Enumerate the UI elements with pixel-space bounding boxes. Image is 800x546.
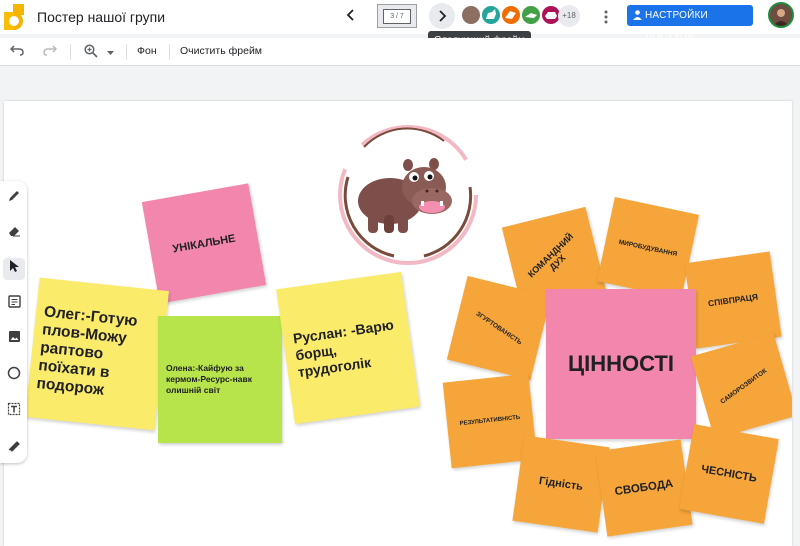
sticky-note-ruslan[interactable]: Руслан: -Варю борщ, трудоголік [276,271,420,425]
zoom-dropdown[interactable] [105,44,115,60]
collaborator-avatar[interactable] [520,4,542,26]
clear-frame-button[interactable]: Очистить фрейм [180,45,262,57]
select-icon [10,260,19,272]
text-box-tool[interactable] [3,401,25,423]
more-vert-icon [604,10,608,24]
drawing-tools-panel [0,181,27,463]
person-icon [633,10,642,20]
more-options-button[interactable] [600,6,612,28]
sticky-note-unique[interactable]: УНІКАЛЬНЕ [141,183,267,304]
share-settings-button[interactable]: НАСТРОЙКИ ДОСТУПА [627,5,753,42]
collaborator-avatar[interactable] [480,4,502,26]
top-bar: Постер нашої групи 3 / 7 +18 НАСТРОЙКИ Д… [0,0,800,42]
sticky-note-text: КОМАНДНИЙ ДУХ [525,231,576,280]
toolbar-divider [126,44,127,60]
eraser-icon [9,227,20,237]
toolbar-divider [169,44,170,60]
sticky-note-icon [7,295,21,308]
sticky-note-text: СПІВПРАЦЯ [707,291,759,309]
user-avatar[interactable] [768,2,794,28]
sticky-note-text: ЧЕСНІСТЬ [700,463,758,485]
laser-icon [8,441,20,452]
circle-icon [7,366,21,380]
sticky-note-values[interactable]: ЦІННОСТІ [546,289,696,439]
sticky-note-freedom[interactable]: СВОБОДА [595,439,693,537]
sticky-note-olena[interactable]: Олена:-Кайфую за кермом-Ресурс-навк олиш… [158,316,282,443]
next-frame-button[interactable] [429,3,455,29]
sticky-note-self-development[interactable]: САМОРОЗВИТОК [690,332,792,440]
image-tool[interactable] [3,328,25,350]
sticky-note-oleg[interactable]: Олег:-Готую плов-Можу раптово поїхати в … [25,277,169,431]
document-title[interactable]: Постер нашої групи [37,9,165,25]
caret-down-icon [106,51,114,55]
collaborator-avatar[interactable] [460,4,482,26]
sticky-note-text: РЕЗУЛЬТАТИВНІСТЬ [459,414,521,428]
collaborator-avatar[interactable] [500,4,522,26]
sticky-note-honesty[interactable]: ЧЕСНІСТЬ [679,424,779,524]
sticky-note-text: СВОБОДА [614,477,674,499]
animal-icon [486,9,496,19]
sticky-note-text: Руслан: -Варю борщ, трудоголік [291,316,395,380]
background-button[interactable]: Фон [137,45,157,57]
sticky-note-text: САМОРОЗВИТОК [719,366,769,406]
sticky-note-text: МИРОБУДУВАННЯ [618,238,678,258]
pen-tool[interactable] [3,188,25,210]
zoom-button[interactable] [83,44,99,60]
undo-button[interactable] [9,44,25,60]
sticky-note-dignity[interactable]: Гідність [512,435,610,533]
sticky-note-text: ЦІННОСТІ [568,351,674,376]
undo-icon [9,45,24,56]
frame-bar-toggle[interactable]: 3 / 7 [377,4,417,28]
text-box-icon [7,402,21,416]
eraser-tool[interactable] [3,223,25,245]
sticky-note-tool[interactable] [3,293,25,315]
redo-icon [43,45,58,56]
sticky-note-world-building[interactable]: МИРОБУДУВАННЯ [596,196,700,300]
editing-toolbar: Фон Очистить фрейм [0,38,800,66]
toolbar-divider [70,44,71,60]
laser-tool[interactable] [3,437,25,459]
sticky-note-text: Олег:-Готую плов-Можу раптово поїхати в … [35,303,139,399]
shape-tool[interactable] [3,365,25,387]
sticky-note-text: ЗГУРТОВАНІСТЬ [474,310,524,346]
hippo-logo-image[interactable] [324,117,492,273]
select-tool[interactable] [3,258,25,280]
sticky-note-text: Олена:-Кайфую за кермом-Ресурс-навк олиш… [166,363,252,395]
user-photo-icon [773,9,789,26]
image-icon [8,331,20,342]
chevron-right-icon [439,10,447,22]
sticky-note-text: Гідність [538,474,584,494]
chevron-left-icon [346,9,354,21]
whiteboard-canvas[interactable]: УНІКАЛЬНЕ Олег:-Готую плов-Можу раптово … [4,101,792,546]
collaborators-extra-count[interactable]: +18 [558,5,580,27]
frame-indicator: 3 / 7 [383,9,411,24]
redo-button[interactable] [42,44,58,60]
previous-frame-button[interactable] [340,4,362,26]
animal-icon [525,13,537,18]
jamboard-logo-icon[interactable] [4,4,24,30]
zoom-icon [84,44,98,58]
pen-icon [9,191,19,201]
animal-icon [505,11,516,19]
sticky-note-text: УНІКАЛЬНЕ [171,232,237,255]
